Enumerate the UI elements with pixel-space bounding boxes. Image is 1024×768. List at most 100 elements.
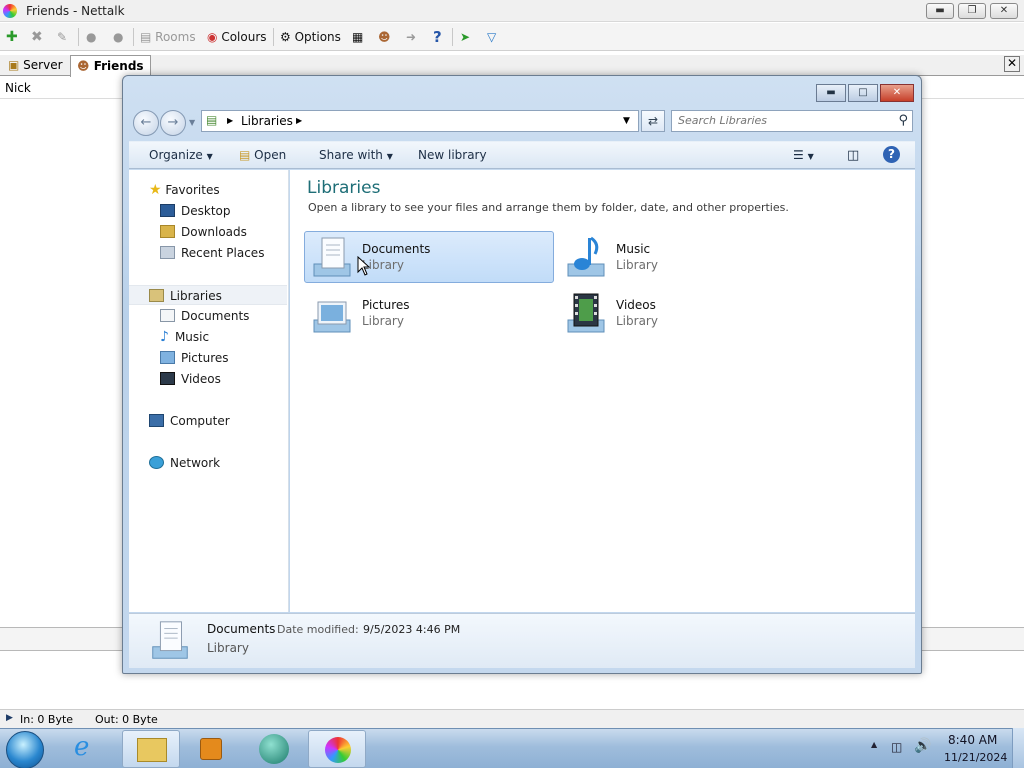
tab-close-button[interactable]: ✕ — [1004, 56, 1020, 72]
user-icon[interactable]: ● — [86, 27, 96, 47]
taskbar-windows-explorer[interactable] — [122, 730, 180, 768]
show-hidden-icons[interactable]: ▲ — [871, 740, 877, 749]
search-input[interactable] — [678, 114, 888, 127]
explorer-maximize-button[interactable]: □ — [848, 84, 878, 102]
nav-item-network[interactable]: Network — [149, 453, 220, 473]
minimize-button[interactable]: ▬ — [926, 3, 954, 19]
nav-label: Favorites — [165, 183, 220, 197]
network-icon[interactable]: ▦ — [352, 27, 363, 47]
library-item-pictures[interactable]: Pictures Library — [304, 287, 554, 339]
documents-library-icon — [152, 621, 188, 659]
volume-icon[interactable]: 🔊 — [914, 738, 931, 754]
music-note-icon: ♪ — [160, 329, 169, 345]
help-button[interactable]: ? — [883, 146, 900, 163]
clock-time[interactable]: 8:40 AM — [948, 733, 997, 747]
network-tray-icon[interactable]: ◫ — [891, 740, 902, 754]
nav-label: Network — [170, 456, 221, 470]
nav-item-pictures[interactable]: Pictures — [160, 348, 229, 368]
address-dropdown-icon[interactable]: ▼ — [623, 116, 630, 126]
library-item-music[interactable]: Music Library — [558, 231, 808, 283]
nav-item-libraries[interactable]: Libraries — [129, 285, 287, 305]
preview-pane-icon: ◫ — [847, 148, 860, 163]
app-tabs: ▣ Server ☻ Friends ✕ — [0, 55, 1024, 77]
breadcrumb-arrow-icon[interactable]: ▶ — [227, 116, 233, 125]
open-button[interactable]: ▤ Open — [239, 148, 286, 162]
nav-label: Libraries — [170, 289, 222, 303]
search-icon[interactable]: ⚲ — [898, 113, 908, 128]
app-titlebar: Friends - Nettalk ▬ ❐ ✕ — [0, 0, 1024, 22]
back-button[interactable]: ← — [133, 110, 159, 136]
friends-icon[interactable]: ☻ — [378, 27, 391, 47]
delete-icon[interactable]: ✖ — [31, 27, 43, 47]
library-type: Library — [616, 314, 658, 328]
organize-label: Organize — [149, 148, 203, 162]
address-bar[interactable]: ▤ ▶ Libraries ▶ ▼ — [201, 110, 639, 132]
nav-item-favorites[interactable]: ★ Favorites — [149, 180, 220, 200]
tab-server[interactable]: ▣ Server — [2, 55, 69, 76]
show-desktop-button[interactable] — [1012, 728, 1024, 768]
help-icon[interactable]: ? — [433, 27, 442, 47]
library-item-documents[interactable]: Documents Library — [304, 231, 554, 283]
add-icon[interactable]: ✚ — [6, 27, 18, 47]
share-with-button[interactable]: Share with ▼ — [319, 148, 393, 162]
preview-pane-button[interactable]: ◫ — [847, 148, 859, 163]
nav-item-downloads[interactable]: Downloads — [160, 222, 247, 242]
nav-item-documents[interactable]: Documents — [160, 306, 249, 326]
new-library-button[interactable]: New library — [418, 148, 487, 162]
open-label: Open — [254, 148, 287, 162]
tab-friends-label: Friends — [93, 59, 144, 73]
library-item-videos[interactable]: Videos Library — [558, 287, 808, 339]
explorer-minimize-button[interactable]: ▬ — [816, 84, 846, 102]
videos-icon — [160, 372, 175, 385]
status-out: Out: 0 Byte — [95, 713, 158, 726]
app-title: Friends - Nettalk — [26, 4, 125, 18]
nav-item-recent-places[interactable]: Recent Places — [160, 243, 264, 263]
send-icon[interactable]: ➜ — [406, 27, 416, 47]
taskbar-nettalk[interactable] — [308, 730, 366, 768]
rooms-button[interactable]: ▤ Rooms — [140, 27, 196, 47]
close-button[interactable]: ✕ — [990, 3, 1018, 19]
colours-button[interactable]: ◉ Colours — [207, 27, 267, 47]
nav-item-desktop[interactable]: Desktop — [160, 201, 231, 221]
network-globe-icon — [149, 456, 164, 469]
breadcrumb-arrow-icon[interactable]: ▶ — [296, 116, 302, 125]
nav-item-videos[interactable]: Videos — [160, 369, 221, 389]
friends-tab-icon: ☻ — [77, 59, 90, 73]
forward-button[interactable]: → — [160, 110, 186, 136]
cursor-arrow-icon[interactable]: ➤ — [460, 27, 470, 47]
refresh-button[interactable]: ⇄ — [641, 110, 665, 132]
nav-label: Videos — [181, 372, 221, 386]
dropdown-arrow-icon[interactable]: ▽ — [487, 27, 496, 47]
tab-friends[interactable]: ☻ Friends — [70, 55, 151, 77]
media-player-icon — [200, 738, 222, 760]
taskbar-internet-explorer[interactable]: e — [62, 730, 120, 768]
nav-item-music[interactable]: ♪ Music — [160, 327, 209, 347]
nav-label: Documents — [181, 309, 250, 323]
organize-button[interactable]: Organize ▼ — [149, 148, 213, 162]
mouse-cursor-icon — [357, 256, 371, 276]
start-button[interactable] — [6, 731, 44, 768]
clock-date[interactable]: 11/21/2024 — [944, 751, 1007, 764]
pictures-icon — [160, 351, 175, 364]
change-view-button[interactable]: ☰ ▼ — [793, 148, 814, 162]
details-modified-value: 9/5/2023 4:46 PM — [363, 623, 461, 636]
search-box[interactable]: ⚲ — [671, 110, 913, 132]
libraries-folder-icon: ▤ — [206, 113, 218, 127]
libraries-icon — [149, 289, 164, 302]
explorer-close-button[interactable]: ✕ — [880, 84, 914, 102]
chat-globe-icon — [259, 734, 289, 764]
breadcrumb-libraries[interactable]: Libraries — [241, 114, 293, 128]
taskbar-nettalk-secondary[interactable] — [246, 730, 304, 768]
restore-button[interactable]: ❐ — [958, 3, 986, 19]
options-button[interactable]: ⚙ Options — [280, 27, 341, 47]
user-remove-icon[interactable]: ● — [113, 27, 123, 47]
taskbar-media-player[interactable] — [182, 730, 240, 768]
gear-icon: ⚙ — [280, 30, 291, 44]
recent-pages-chevron-icon[interactable]: ▼ — [189, 118, 195, 127]
server-icon: ▣ — [8, 58, 20, 72]
nav-item-computer[interactable]: Computer — [149, 411, 230, 431]
palette-icon: ◉ — [207, 30, 218, 44]
toolbar-separator — [78, 28, 79, 46]
edit-icon[interactable]: ✎ — [57, 27, 67, 47]
details-pane: Documents Date modified: 9/5/2023 4:46 P… — [129, 613, 915, 668]
